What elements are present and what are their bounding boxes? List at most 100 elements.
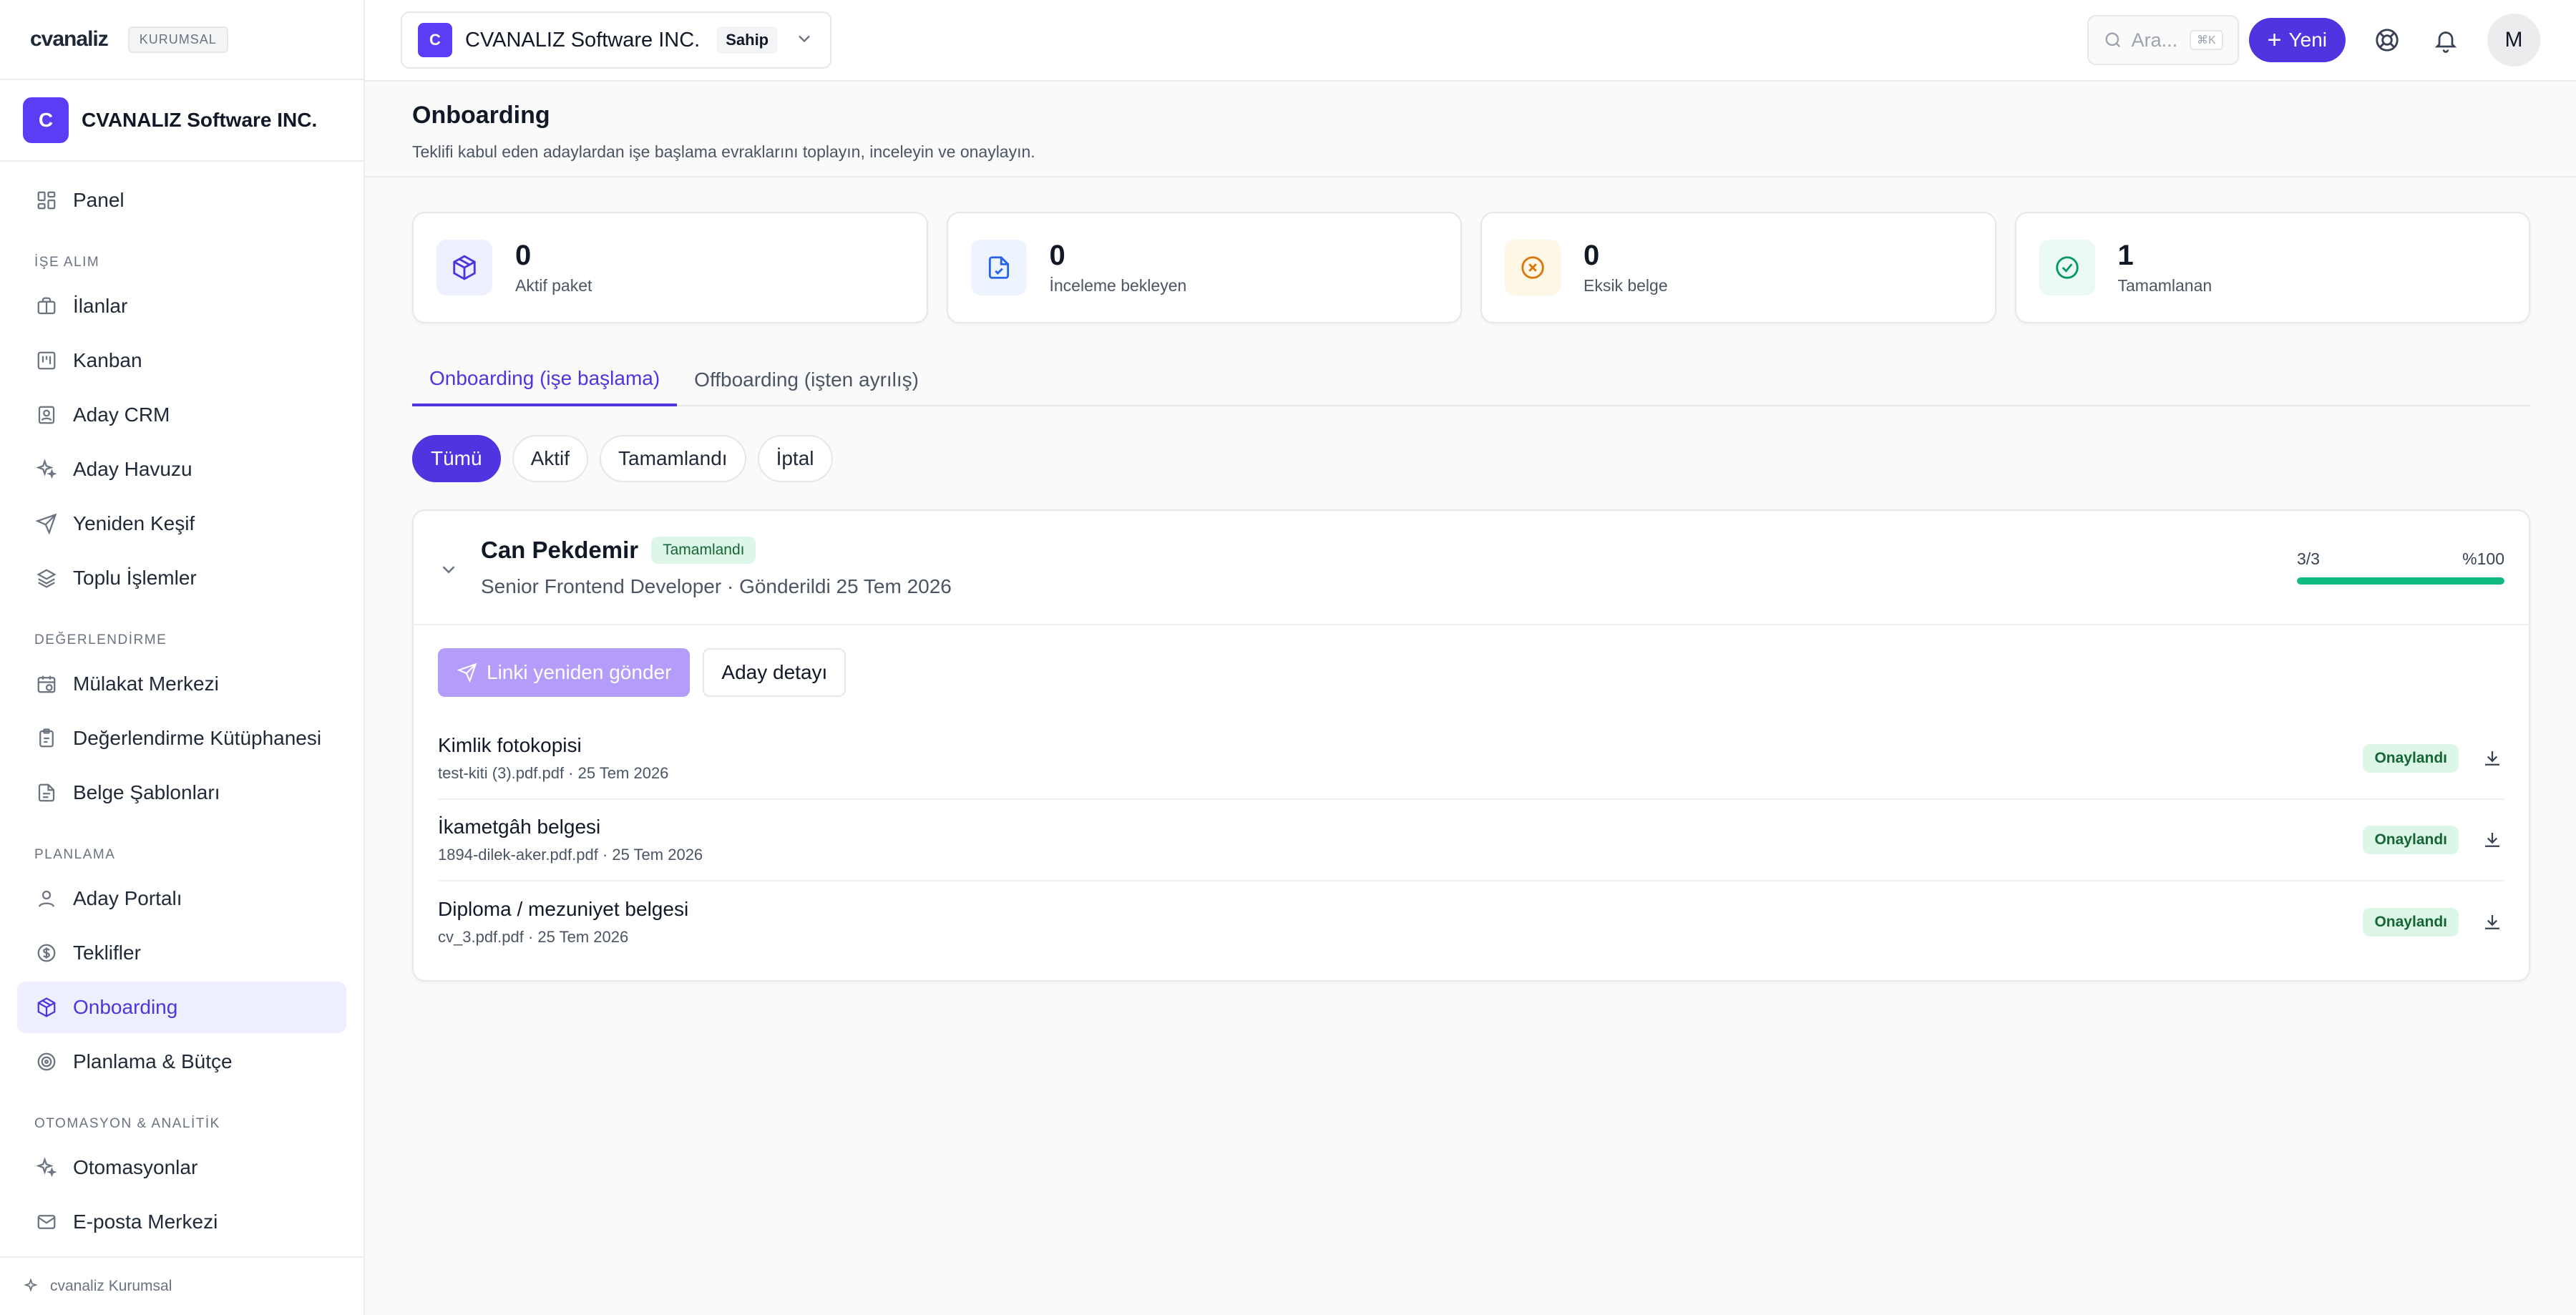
sidebar-item-label: Yeniden Keşif bbox=[73, 512, 195, 534]
sidebar-item-onboarding[interactable]: Onboarding bbox=[17, 982, 346, 1033]
nav-section-title: İŞE ALIM bbox=[34, 255, 100, 270]
sidebar-item-teklifler[interactable]: Teklifler bbox=[17, 927, 346, 979]
sidebar-item-toplu-islemler[interactable]: Toplu İşlemler bbox=[17, 552, 346, 604]
sidebar-item-aday-portali[interactable]: Aday Portalı bbox=[17, 873, 346, 924]
document-actions: Onaylandı bbox=[2363, 826, 2504, 854]
sidebar-item-label: Planlama & Bütçe bbox=[73, 1050, 233, 1072]
nav-section-title: PLANLAMA bbox=[34, 847, 116, 862]
candidate-subtitle: Senior Frontend Developer · Gönderildi 2… bbox=[481, 575, 952, 597]
progress-percent: %100 bbox=[2462, 549, 2504, 568]
sidebar-item-ilanlar[interactable]: İlanlar bbox=[17, 280, 346, 332]
document-list: Kimlik fotokopisi test-kiti (3).pdf.pdf … bbox=[414, 718, 2529, 963]
sidebar-item-aday-crm[interactable]: Aday CRM bbox=[17, 389, 346, 441]
brand-badge: KURUMSAL bbox=[127, 26, 228, 53]
resend-link-button[interactable]: Linki yeniden gönder bbox=[438, 648, 691, 697]
sidebar-item-yeniden-kesif[interactable]: Yeniden Keşif bbox=[17, 498, 346, 549]
tab-onboarding[interactable]: Onboarding (işe başlama) bbox=[412, 353, 678, 406]
chevron-down-icon[interactable] bbox=[438, 559, 462, 584]
sidebar-item-label: E-posta Merkezi bbox=[73, 1211, 218, 1233]
org-switcher-name: CVANALIZ Software INC. bbox=[465, 28, 701, 52]
user-icon bbox=[34, 886, 59, 911]
sidebar-item-degerlendirme-kutuphanesi[interactable]: Değerlendirme Kütüphanesi bbox=[17, 713, 346, 764]
sidebar-item-label: Belge Şablonları bbox=[73, 781, 220, 803]
org-switcher[interactable]: C CVANALIZ Software INC. Sahip bbox=[401, 11, 832, 69]
sidebar-item-aday-havuzu[interactable]: Aday Havuzu bbox=[17, 444, 346, 495]
filter-completed[interactable]: Tamamlandı bbox=[600, 435, 746, 482]
chevron-down-icon bbox=[794, 29, 814, 52]
progress-fill bbox=[2297, 577, 2504, 585]
sidebar-footer: cvanaliz Kurumsal bbox=[0, 1256, 364, 1315]
page-title: Onboarding bbox=[412, 102, 550, 129]
document-actions: Onaylandı bbox=[2363, 744, 2504, 773]
nav-section-title: DEĞERLENDİRME bbox=[34, 632, 167, 647]
new-button-label: Yeni bbox=[2288, 29, 2327, 51]
filter-active[interactable]: Aktif bbox=[512, 435, 589, 482]
filter-cancelled[interactable]: İptal bbox=[757, 435, 833, 482]
download-icon[interactable] bbox=[2480, 746, 2504, 771]
dollar-circle-icon bbox=[34, 941, 59, 965]
stat-value: 0 bbox=[1584, 240, 1600, 271]
sparkles-icon bbox=[34, 1155, 59, 1180]
candidate-info: Can Pekdemir Tamamlandı Senior Frontend … bbox=[481, 537, 952, 598]
sidebar-item-label: Mülakat Merkezi bbox=[73, 673, 219, 695]
document-info: Kimlik fotokopisi test-kiti (3).pdf.pdf … bbox=[438, 734, 668, 783]
stat-text: 0 Eksik belge bbox=[1584, 240, 1668, 295]
tab-bar: Onboarding (işe başlama) Offboarding (iş… bbox=[412, 353, 2530, 406]
sidebar-item-kanban[interactable]: Kanban bbox=[17, 335, 346, 386]
file-check-icon bbox=[985, 254, 1013, 281]
status-badge: Tamamlandı bbox=[651, 537, 756, 564]
stat-value: 0 bbox=[1049, 240, 1065, 271]
plus-icon: + bbox=[2267, 26, 2282, 54]
stat-value: 0 bbox=[515, 240, 532, 271]
send-icon bbox=[34, 512, 59, 536]
candidate-detail-button[interactable]: Aday detayı bbox=[703, 648, 847, 697]
stat-card-pending-review: 0 İnceleme bekleyen bbox=[946, 212, 1462, 323]
stat-icon-wrap bbox=[1505, 240, 1561, 295]
sidebar-item-label: Aday Portalı bbox=[73, 887, 182, 909]
card-header[interactable]: Can Pekdemir Tamamlandı Senior Frontend … bbox=[414, 511, 2529, 625]
check-circle-icon bbox=[2054, 254, 2081, 281]
sidebar-item-belge-sablonlari[interactable]: Belge Şablonları bbox=[17, 767, 346, 818]
progress: 3/3 %100 bbox=[2297, 549, 2504, 585]
stat-label: Tamamlanan bbox=[2117, 276, 2212, 295]
sidebar-item-otomasyonlar[interactable]: Otomasyonlar bbox=[17, 1142, 346, 1193]
page-header: Onboarding Teklifi kabul eden adaylardan… bbox=[365, 82, 2576, 177]
stat-text: 0 İnceleme bekleyen bbox=[1050, 240, 1187, 295]
document-title: Diploma / mezuniyet belgesi bbox=[438, 898, 689, 920]
sidebar-item-eposta-merkezi[interactable]: E-posta Merkezi bbox=[17, 1196, 346, 1248]
brand-logo[interactable]: cvanaliz bbox=[30, 27, 109, 52]
contact-icon bbox=[34, 403, 59, 427]
help-button[interactable] bbox=[2370, 23, 2404, 57]
sidebar-item-label: Onboarding bbox=[73, 996, 178, 1018]
stat-value: 1 bbox=[2117, 240, 2134, 271]
org-selector[interactable]: C CVANALIZ Software INC. bbox=[0, 80, 364, 162]
stat-label: Eksik belge bbox=[1584, 276, 1668, 295]
new-button[interactable]: + Yeni bbox=[2248, 18, 2346, 62]
org-name: CVANALIZ Software INC. bbox=[82, 109, 318, 131]
stat-card-active-packages: 0 Aktif paket bbox=[412, 212, 928, 323]
progress-count: 3/3 bbox=[2297, 549, 2320, 568]
sparkles-icon bbox=[34, 457, 59, 481]
candidate-name: Can Pekdemir bbox=[481, 537, 639, 563]
notifications-button[interactable] bbox=[2429, 23, 2463, 57]
sidebar-item-label: Panel bbox=[73, 189, 125, 211]
download-icon[interactable] bbox=[2480, 910, 2504, 934]
document-info: Diploma / mezuniyet belgesi cv_3.pdf.pdf… bbox=[438, 898, 688, 947]
footer-label: cvanaliz Kurumsal bbox=[50, 1278, 172, 1294]
search-shortcut: ⌘K bbox=[2189, 30, 2223, 50]
document-status-badge: Onaylandı bbox=[2363, 908, 2459, 937]
download-icon[interactable] bbox=[2480, 828, 2504, 852]
search-input[interactable]: Ara... ⌘K bbox=[2087, 15, 2239, 65]
onboarding-card: Can Pekdemir Tamamlandı Senior Frontend … bbox=[412, 509, 2530, 982]
sidebar-nav: Panel İŞE ALIM İlanlar Kanban Aday CRM A… bbox=[0, 162, 364, 1248]
sidebar-item-planlama-butce[interactable]: Planlama & Bütçe bbox=[17, 1036, 346, 1087]
user-avatar[interactable]: M bbox=[2487, 14, 2540, 67]
sidebar-item-label: Aday Havuzu bbox=[73, 458, 192, 480]
filter-all[interactable]: Tümü bbox=[412, 435, 501, 482]
mail-icon bbox=[34, 1210, 59, 1234]
sidebar-item-panel[interactable]: Panel bbox=[17, 175, 346, 226]
stat-label: Aktif paket bbox=[515, 276, 592, 295]
sidebar-item-mulakat-merkezi[interactable]: Mülakat Merkezi bbox=[17, 658, 346, 710]
tab-offboarding[interactable]: Offboarding (işten ayrılış) bbox=[677, 353, 936, 406]
layers-icon bbox=[34, 566, 59, 590]
